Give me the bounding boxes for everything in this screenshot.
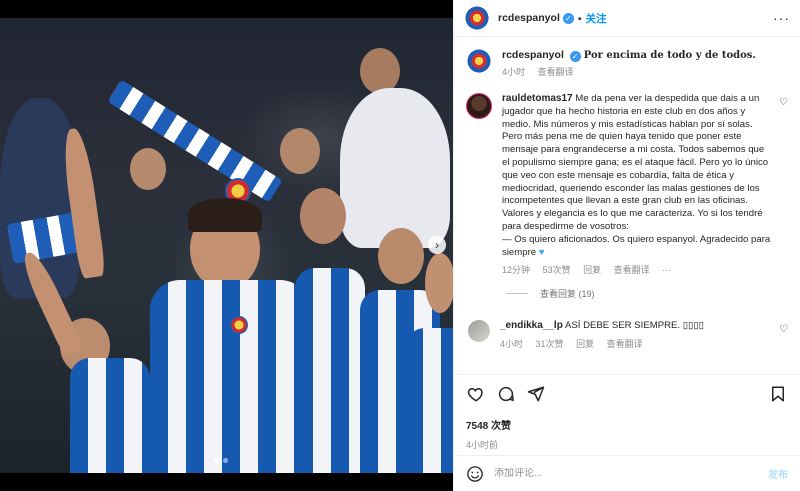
carousel-dot <box>223 458 228 463</box>
comment-bubble-icon[interactable] <box>496 384 516 404</box>
post-side-panel: rcdespanyol ✓ 关注 ··· rcdespanyol ✓ Por e… <box>453 0 800 491</box>
post-photo <box>0 18 453 480</box>
espanyol-shirt <box>150 280 310 480</box>
emoji-smiley-icon[interactable] <box>466 465 484 483</box>
fan-scarf <box>107 79 283 203</box>
bookmark-save-icon[interactable] <box>768 384 788 404</box>
likes-count[interactable]: 7548 次赞 <box>466 417 788 432</box>
comment-reply-button[interactable]: 回复 <box>576 339 594 349</box>
espanyol-shirt <box>405 328 453 478</box>
carousel-dots <box>214 458 228 463</box>
post-comment-button[interactable]: 发布 <box>768 466 788 481</box>
comment-translate-link[interactable]: 查看翻译 <box>607 339 643 349</box>
fan-head <box>425 253 453 313</box>
caption-text: Por encima de todo y de todos. <box>583 50 756 61</box>
comment-item: rauldetomas17 Me da pena ver la despedid… <box>466 93 788 277</box>
comment-item: _endikka__lp ASÍ DEBE SER SIEMPRE. ▯▯▯▯ … <box>466 320 788 351</box>
action-bar <box>466 383 788 405</box>
carousel-dot-active <box>214 458 219 463</box>
add-comment-bar: 发布 <box>454 455 800 491</box>
chevron-right-icon: › <box>435 238 439 252</box>
comment-text: ASÍ DEBE SER SIEMPRE. ▯▯▯▯ <box>564 320 704 332</box>
instagram-post-modal: › rcdespanyol ✓ 关注 ··· rcdespanyol ✓ <box>0 0 800 491</box>
caption-time: 4小时 <box>502 67 526 77</box>
comment-like-heart-icon[interactable]: ♡ <box>779 324 788 335</box>
commenter-avatar[interactable] <box>468 320 490 343</box>
commenter-avatar[interactable] <box>466 93 492 119</box>
comment-likes[interactable]: 31次赞 <box>536 339 564 349</box>
carousel-next-button[interactable]: › <box>428 236 446 254</box>
main-fan-hair <box>188 198 262 232</box>
caption-avatar[interactable] <box>466 48 492 74</box>
verified-badge-icon: ✓ <box>569 51 581 62</box>
blue-heart-emoji-icon: ♥ <box>538 246 545 258</box>
caption-translate-link[interactable]: 查看翻译 <box>538 67 574 77</box>
comments-list[interactable]: rcdespanyol ✓ Por encima de todo y de to… <box>454 38 800 374</box>
share-send-icon[interactable] <box>526 384 546 404</box>
espanyol-shirt <box>295 268 365 478</box>
posted-time: 4小时前 <box>466 440 499 450</box>
media-letterbox-bottom <box>0 473 453 491</box>
comment-likes[interactable]: 53次赞 <box>543 265 571 275</box>
like-heart-icon[interactable] <box>466 384 486 404</box>
post-actions-area: 7548 次赞 4小时前 <box>454 374 800 451</box>
view-replies-link[interactable]: 查看回复 (19) <box>506 287 788 300</box>
follow-button[interactable]: 关注 <box>578 11 607 26</box>
espanyol-shirt <box>70 358 150 478</box>
fan-head <box>378 228 424 284</box>
fan-head <box>300 188 346 244</box>
media-letterbox-top <box>0 0 453 18</box>
commenter-username[interactable]: rauldetomas17 <box>502 93 573 104</box>
commenter-username[interactable]: _endikka__lp <box>500 320 563 331</box>
comment-input[interactable] <box>494 468 768 479</box>
author-username[interactable]: rcdespanyol <box>498 12 560 24</box>
comment-like-heart-icon[interactable]: ♡ <box>779 97 788 108</box>
verified-badge-icon: ✓ <box>562 12 574 24</box>
fan-head <box>280 128 320 174</box>
comment-time: 4小时 <box>500 338 524 349</box>
shirt-crest <box>230 316 248 334</box>
more-horizontal-icon[interactable]: ··· <box>773 10 790 26</box>
fan-head <box>130 148 166 190</box>
fan-body <box>340 88 450 248</box>
comment-more-icon[interactable]: ··· <box>662 265 671 275</box>
author-avatar[interactable] <box>464 5 490 31</box>
post-media[interactable]: › <box>0 0 453 491</box>
comment-translate-link[interactable]: 查看翻译 <box>614 265 650 275</box>
comment-time: 12分钟 <box>502 265 531 276</box>
post-header: rcdespanyol ✓ 关注 ··· <box>454 0 800 37</box>
post-caption: rcdespanyol ✓ Por encima de todo y de to… <box>466 48 788 79</box>
caption-username[interactable]: rcdespanyol <box>502 49 564 61</box>
comment-reply-button[interactable]: 回复 <box>583 265 601 275</box>
comment-text: Me da pena ver la despedida que dais a u… <box>502 93 769 232</box>
